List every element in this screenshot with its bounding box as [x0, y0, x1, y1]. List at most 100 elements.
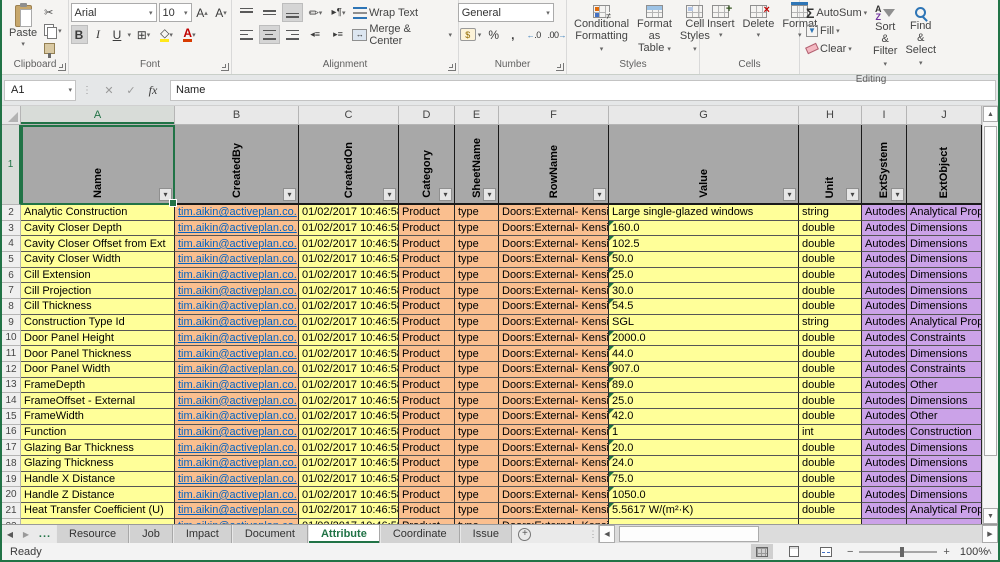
- cell-category[interactable]: Product: [399, 456, 455, 472]
- bold-button[interactable]: B: [70, 25, 88, 44]
- cell-extobject[interactable]: Dimensions: [907, 393, 982, 409]
- italic-button[interactable]: I: [90, 25, 107, 44]
- cell-rowname[interactable]: Doors:External- Kensin: [499, 440, 609, 456]
- column-letter[interactable]: A: [21, 106, 175, 124]
- cell-name[interactable]: Door Panel Thickness: [21, 346, 175, 362]
- filter-dropdown-button[interactable]: [783, 188, 796, 201]
- align-left-button[interactable]: [236, 25, 257, 44]
- accounting-format-button[interactable]: $ ▾: [458, 26, 484, 43]
- cell-name[interactable]: Cavity Closer Width: [21, 252, 175, 268]
- h-scrollbar-grip[interactable]: ⋮: [588, 525, 598, 543]
- cell-createdby[interactable]: tim.aikin@activeplan.co.: [175, 299, 299, 315]
- cell-name[interactable]: Handle X Distance: [21, 471, 175, 488]
- cell-extsystem[interactable]: Autodes: [862, 330, 907, 347]
- cell-extsystem[interactable]: Autodes: [862, 424, 907, 441]
- cell-name[interactable]: Cavity Closer Depth: [21, 220, 175, 237]
- row-number[interactable]: 3: [2, 220, 21, 237]
- cell-name[interactable]: Door Panel Height: [21, 330, 175, 347]
- cell-createdby[interactable]: tim.aikin@activeplan.co.: [175, 283, 299, 300]
- cell-value[interactable]: 5.5617 W/(m²·K): [609, 503, 799, 519]
- cell-category[interactable]: Product: [399, 283, 455, 300]
- cell-createdby[interactable]: tim.aikin@activeplan.co.: [175, 267, 299, 284]
- cell-rowname[interactable]: Doors:External- Kensin: [499, 283, 609, 300]
- font-dialog-launcher[interactable]: [221, 63, 229, 71]
- row-number[interactable]: 5: [2, 252, 21, 268]
- cell-createdon[interactable]: 01/02/2017 10:46:58: [299, 220, 399, 237]
- column-letter[interactable]: J: [907, 106, 982, 124]
- cell-createdby[interactable]: tim.aikin@activeplan.co.: [175, 456, 299, 472]
- fill-button[interactable]: ▼ Fill ▾: [804, 22, 868, 39]
- horizontal-scrollbar[interactable]: ◀ ▶: [598, 525, 998, 543]
- wrap-text-button[interactable]: Wrap Text: [351, 4, 420, 21]
- cell-extobject[interactable]: Constraints: [907, 361, 982, 378]
- cell-extsystem[interactable]: Autodes: [862, 503, 907, 519]
- cell-createdon[interactable]: 01/02/2017 10:46:58: [299, 299, 399, 315]
- sheet-tab[interactable]: Impact: [172, 525, 232, 543]
- cell-category[interactable]: Product: [399, 330, 455, 347]
- borders-button[interactable]: ⊞ ▾: [133, 25, 154, 44]
- cell-extsystem[interactable]: Autodes: [862, 299, 907, 315]
- cell-unit[interactable]: string: [799, 205, 862, 221]
- paste-dropdown-arrow[interactable]: ▾: [21, 39, 25, 51]
- cell-unit[interactable]: double: [799, 283, 862, 300]
- row-number[interactable]: 4: [2, 236, 21, 253]
- sheet-tab[interactable]: Job: [129, 525, 173, 543]
- row-number[interactable]: 7: [2, 283, 21, 300]
- cell-unit[interactable]: double: [799, 393, 862, 409]
- percent-style-button[interactable]: %: [485, 25, 502, 44]
- cell-value[interactable]: 160.0: [609, 220, 799, 237]
- cell-createdby[interactable]: tim.aikin@activeplan.co.: [175, 487, 299, 504]
- cell-extobject[interactable]: [907, 518, 982, 524]
- vertical-scroll-thumb[interactable]: [984, 126, 997, 456]
- cell-rowname[interactable]: Doors:External- Kensin: [499, 518, 609, 524]
- cell-sheetname[interactable]: type: [455, 440, 499, 456]
- cell-name[interactable]: FrameOffset - External: [21, 393, 175, 409]
- page-layout-view-button[interactable]: [783, 544, 805, 559]
- cell-unit[interactable]: string: [799, 314, 862, 331]
- cell-category[interactable]: Product: [399, 408, 455, 425]
- cell-sheetname[interactable]: type: [455, 252, 499, 268]
- cell-value[interactable]: 1050.0: [609, 487, 799, 504]
- decrease-indent-button[interactable]: ◂≡: [305, 25, 326, 44]
- cell-createdon[interactable]: 01/02/2017 10:46:58: [299, 346, 399, 362]
- cell-extobject[interactable]: Dimensions: [907, 236, 982, 253]
- cell-extobject[interactable]: Dimensions: [907, 487, 982, 504]
- cell-category[interactable]: Product: [399, 299, 455, 315]
- increase-font-button[interactable]: A ▴: [194, 3, 211, 22]
- cell-extobject[interactable]: Dimensions: [907, 456, 982, 472]
- cell-extobject[interactable]: Dimensions: [907, 267, 982, 284]
- row-number[interactable]: 10: [2, 330, 21, 347]
- orientation-button[interactable]: ✎ ▾: [305, 3, 326, 22]
- row-number[interactable]: 8: [2, 299, 21, 315]
- align-bottom-button[interactable]: [282, 3, 303, 22]
- new-sheet-button[interactable]: +: [512, 525, 538, 543]
- filter-dropdown-button[interactable]: [483, 188, 496, 201]
- cell-sheetname[interactable]: type: [455, 283, 499, 300]
- cell-value[interactable]: 20.0: [609, 440, 799, 456]
- cell-value[interactable]: 75.0: [609, 471, 799, 488]
- sheet-tab[interactable]: Coordinate: [379, 525, 460, 543]
- cell-extsystem[interactable]: Autodes: [862, 346, 907, 362]
- name-box[interactable]: A1 ▾: [4, 79, 76, 101]
- horizontal-scroll-thumb[interactable]: [619, 526, 759, 542]
- scroll-left-arrow[interactable]: ◀: [599, 525, 615, 543]
- cell-value[interactable]: 1: [609, 424, 799, 441]
- paste-button[interactable]: Paste ▾: [6, 3, 40, 53]
- cell-createdon[interactable]: 01/02/2017 10:46:58: [299, 518, 399, 524]
- cell-unit[interactable]: int: [799, 424, 862, 441]
- table-column-header[interactable]: ExtSystem: [862, 125, 907, 205]
- cell-createdon[interactable]: 01/02/2017 10:46:58: [299, 503, 399, 519]
- insert-cells-button[interactable]: + Insert ▾: [704, 3, 738, 44]
- row-number-1[interactable]: 1: [2, 125, 21, 205]
- decrease-font-button[interactable]: A ▾: [213, 3, 230, 22]
- cell-createdon[interactable]: 01/02/2017 10:46:58: [299, 408, 399, 425]
- cell-value[interactable]: Large single-glazed windows: [609, 205, 799, 221]
- cell-extsystem[interactable]: Autodes: [862, 314, 907, 331]
- cell-value[interactable]: 50.0: [609, 252, 799, 268]
- cell-value[interactable]: 907.0: [609, 361, 799, 378]
- cell-category[interactable]: Product: [399, 471, 455, 488]
- row-number[interactable]: 19: [2, 471, 21, 488]
- filter-dropdown-button[interactable]: [891, 188, 904, 201]
- cell-name[interactable]: Cill Extension: [21, 267, 175, 284]
- cell-extsystem[interactable]: Autodes: [862, 456, 907, 472]
